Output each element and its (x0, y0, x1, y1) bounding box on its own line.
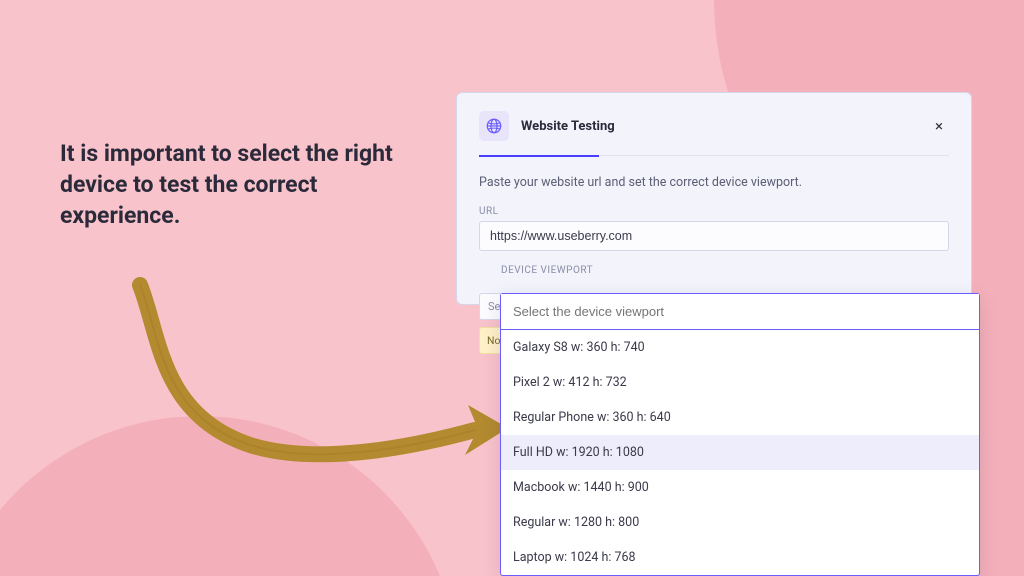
bg-shape (0, 416, 460, 576)
dropdown-option[interactable]: Regular w: 1280 h: 800 (501, 505, 979, 540)
globe-icon (479, 111, 509, 141)
dropdown-placeholder-input[interactable] (501, 294, 979, 330)
device-viewport-dropdown[interactable]: Galaxy S8 w: 360 h: 740 Pixel 2 w: 412 h… (500, 293, 980, 576)
panel-description: Paste your website url and set the corre… (479, 175, 949, 190)
url-input[interactable] (479, 221, 949, 251)
panel-body: Paste your website url and set the corre… (479, 157, 949, 276)
dropdown-list: Galaxy S8 w: 360 h: 740 Pixel 2 w: 412 h… (501, 330, 979, 575)
headline-text: It is important to select the right devi… (60, 138, 400, 231)
website-testing-panel: Website Testing × Paste your website url… (456, 92, 972, 305)
dropdown-option[interactable]: Full HD w: 1920 h: 1080 (501, 435, 979, 470)
viewport-label: DEVICE VIEWPORT (501, 265, 949, 276)
panel-title: Website Testing (521, 119, 917, 134)
dropdown-option[interactable]: Galaxy S8 w: 360 h: 740 (501, 330, 979, 365)
dropdown-option[interactable]: Laptop w: 1024 h: 768 (501, 540, 979, 575)
panel-header: Website Testing × (479, 111, 949, 156)
dropdown-option[interactable]: Regular Phone w: 360 h: 640 (501, 400, 979, 435)
url-label: URL (479, 206, 949, 217)
dropdown-option[interactable]: Macbook w: 1440 h: 900 (501, 470, 979, 505)
dropdown-option[interactable]: Pixel 2 w: 412 h: 732 (501, 365, 979, 400)
stage: It is important to select the right devi… (0, 0, 1024, 576)
close-button[interactable]: × (929, 113, 949, 139)
